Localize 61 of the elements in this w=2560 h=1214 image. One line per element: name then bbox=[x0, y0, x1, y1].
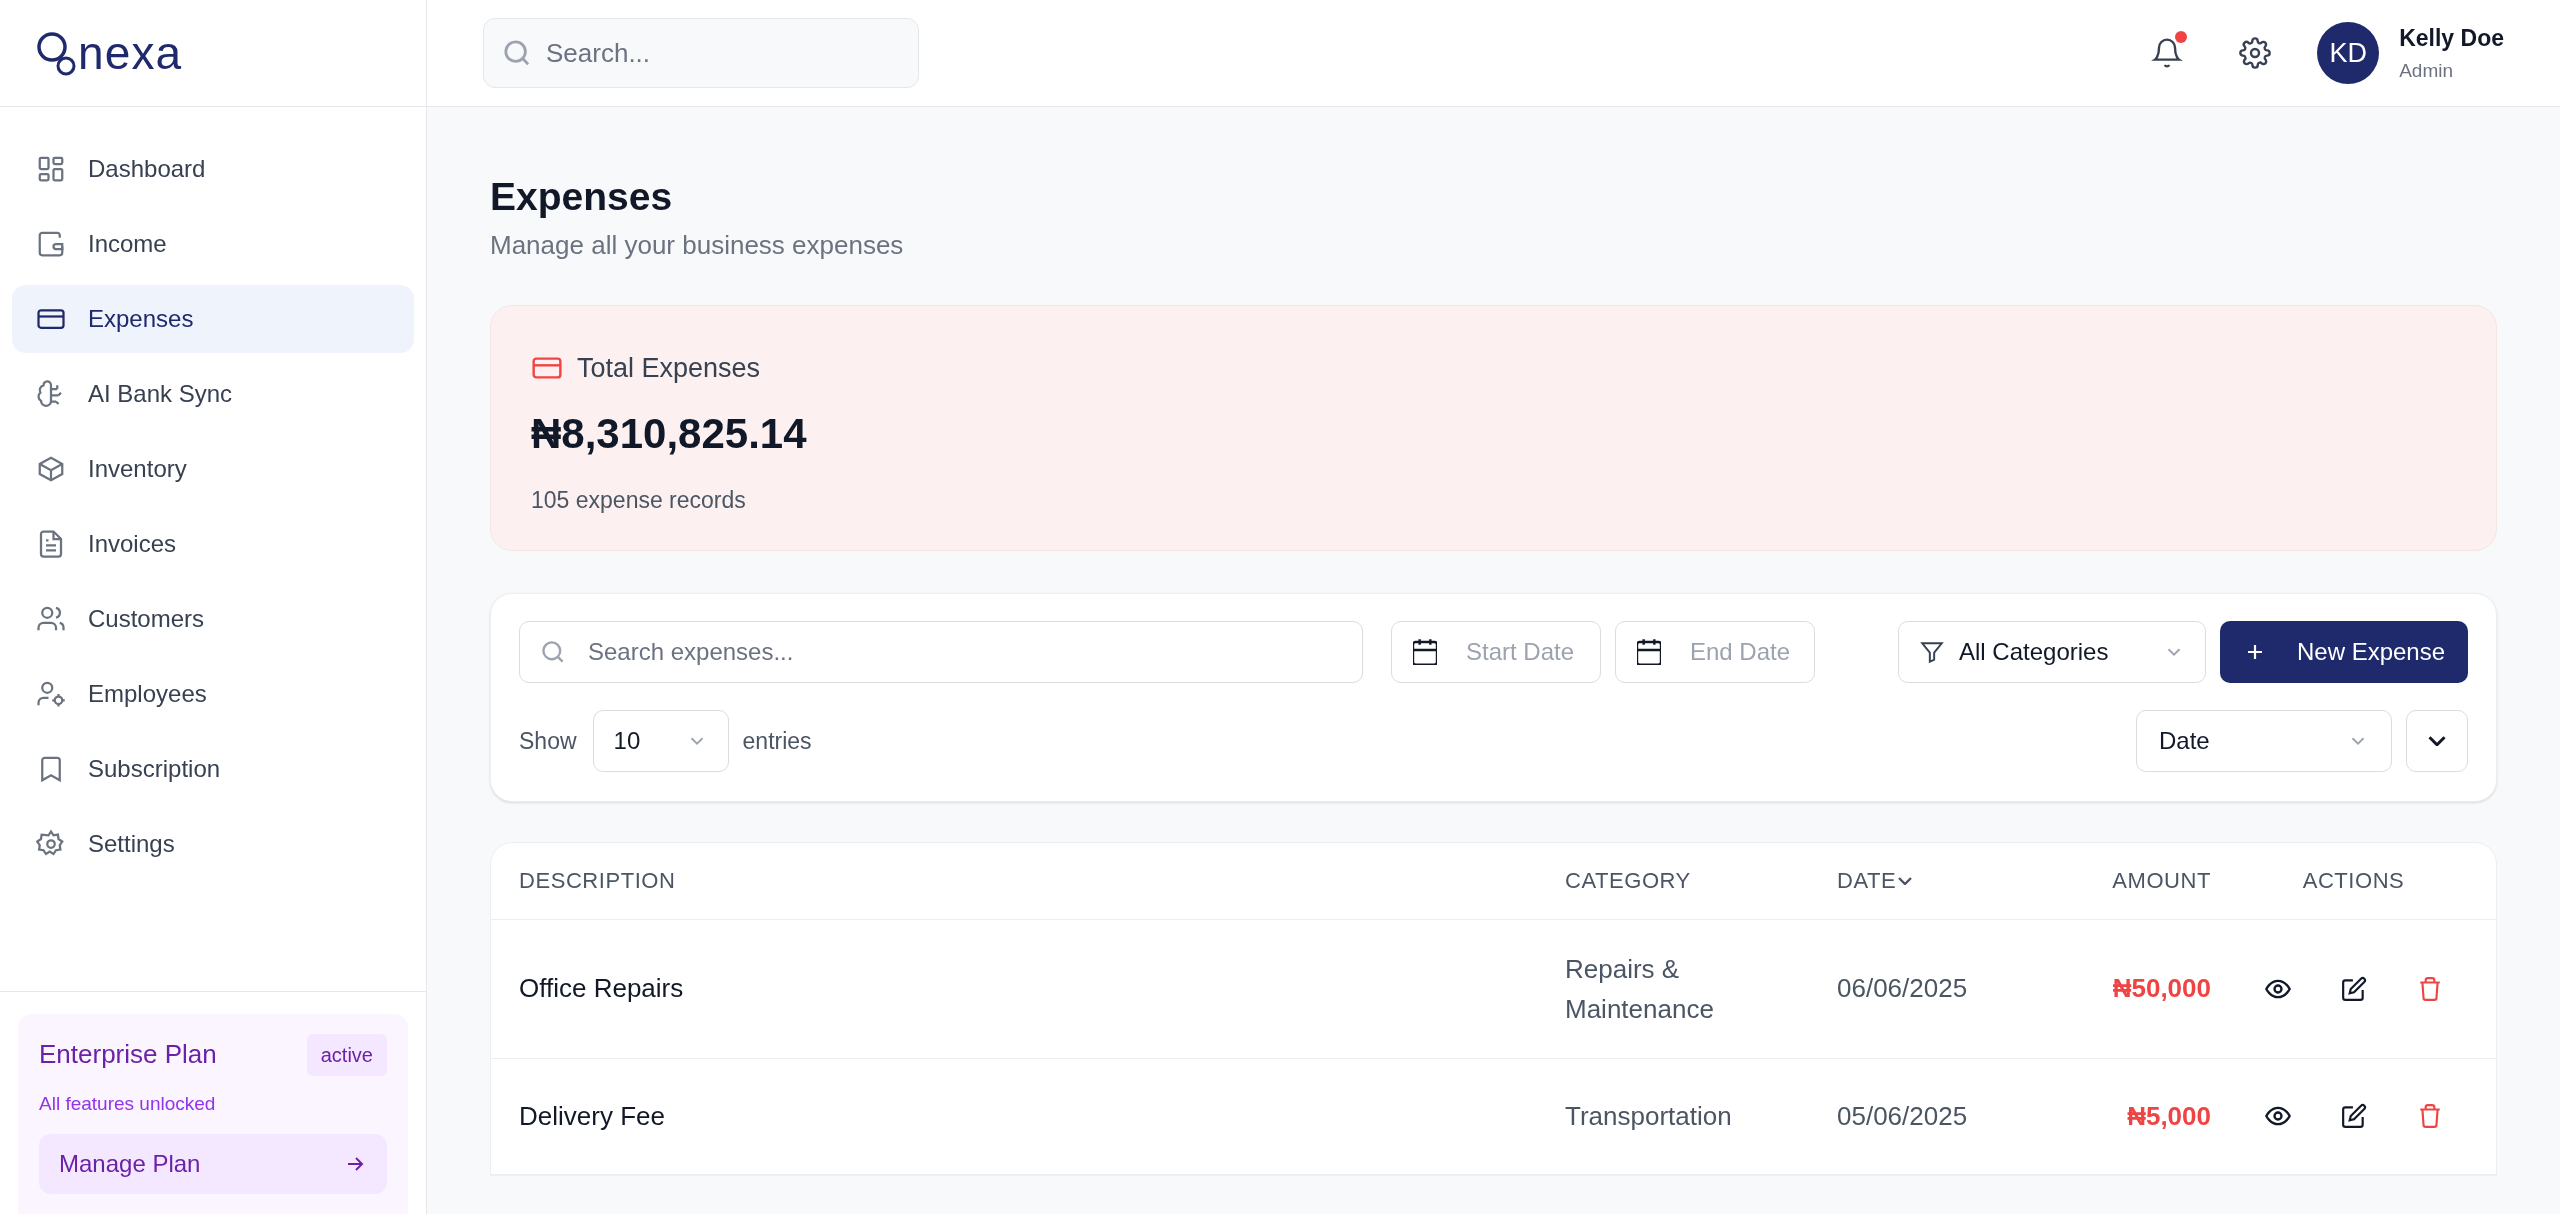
column-header[interactable]: CATEGORY bbox=[1565, 864, 1691, 898]
calendar-icon bbox=[1637, 638, 1661, 665]
expense-description: Office Repairs bbox=[519, 972, 684, 1006]
search-icon bbox=[503, 39, 531, 67]
column-header[interactable]: ACTIONS bbox=[2302, 864, 2405, 898]
settings-icon bbox=[2239, 37, 2272, 69]
plan-note: All features unlocked bbox=[39, 1091, 217, 1116]
plan-name: Enterprise Plan bbox=[39, 1038, 217, 1071]
logo-text: nexa bbox=[78, 30, 183, 76]
expense-search-field[interactable]: Search expenses... bbox=[519, 620, 1363, 683]
page-title: Expenses bbox=[490, 174, 674, 220]
nav-item[interactable]: Dashboard bbox=[12, 135, 414, 203]
end-date-field[interactable]: End Date bbox=[1615, 620, 1815, 683]
nav-item[interactable]: Expenses bbox=[12, 285, 414, 353]
wallet-icon bbox=[36, 229, 66, 259]
search-icon bbox=[541, 639, 565, 664]
edit-icon bbox=[2340, 975, 2367, 1002]
calendar-icon bbox=[1413, 638, 1437, 665]
show-label: Show bbox=[519, 726, 577, 756]
entries-label: entries bbox=[742, 726, 812, 756]
manage-plan-button[interactable]: Manage Plan bbox=[39, 1134, 387, 1194]
user-name: Kelly Doe bbox=[2399, 23, 2504, 53]
nav-item[interactable]: AI Bank Sync bbox=[12, 360, 414, 428]
summary-label: Total Expenses bbox=[577, 351, 761, 385]
page-subtitle: Manage all your business expenses bbox=[490, 228, 905, 262]
user-gear-icon bbox=[36, 679, 66, 709]
edit-icon bbox=[2340, 1103, 2367, 1130]
sort-dropdown[interactable]: Date bbox=[2136, 709, 2392, 772]
column-header[interactable]: DESCRIPTION bbox=[519, 864, 676, 898]
nav-item[interactable]: Employees bbox=[12, 660, 414, 728]
expense-category: Repairs & Maintenance bbox=[1565, 952, 1715, 1026]
column-header[interactable]: DATE bbox=[1837, 864, 1913, 898]
expense-date: 06/06/2025 bbox=[1837, 972, 1968, 1006]
nav-item[interactable]: Inventory bbox=[12, 435, 414, 503]
search-field[interactable]: Search... bbox=[483, 18, 919, 88]
grid-icon bbox=[36, 154, 66, 184]
new-expense-button[interactable]: New Expense bbox=[2220, 620, 2468, 683]
summary-amount: ₦8,310,825.14 bbox=[531, 409, 808, 460]
expense-category: Transportation bbox=[1565, 1100, 1733, 1134]
sort-chevron-icon bbox=[1898, 876, 1913, 885]
user-avatar[interactable]: KD bbox=[2317, 22, 2380, 84]
status-badge: active bbox=[306, 1033, 387, 1076]
chevron-down-icon bbox=[2428, 735, 2446, 746]
logo-rings-icon bbox=[36, 30, 76, 76]
page-size-dropdown[interactable]: 10 bbox=[592, 709, 729, 772]
nav-item[interactable]: Invoices bbox=[12, 510, 414, 578]
bell-icon bbox=[2151, 37, 2184, 69]
column-header[interactable]: AMOUNT bbox=[2112, 864, 2211, 898]
summary-records: 105 expense records bbox=[531, 486, 747, 516]
expense-amount: ₦50,000 bbox=[2112, 972, 2211, 1006]
nav-item[interactable]: Subscription bbox=[12, 735, 414, 803]
nav-item[interactable]: Settings bbox=[12, 810, 414, 878]
expense-amount: ₦5,000 bbox=[2127, 1099, 2211, 1133]
nav-item[interactable]: Income bbox=[12, 210, 414, 278]
nav-item[interactable]: Customers bbox=[12, 585, 414, 653]
user-role: Admin bbox=[2399, 59, 2455, 83]
start-date-field[interactable]: Start Date bbox=[1391, 620, 1601, 683]
category-dropdown[interactable]: All Categories bbox=[1898, 620, 2206, 683]
expense-description: Delivery Fee bbox=[519, 1099, 665, 1133]
box-icon bbox=[36, 454, 66, 484]
expense-date: 05/06/2025 bbox=[1837, 1099, 1968, 1133]
